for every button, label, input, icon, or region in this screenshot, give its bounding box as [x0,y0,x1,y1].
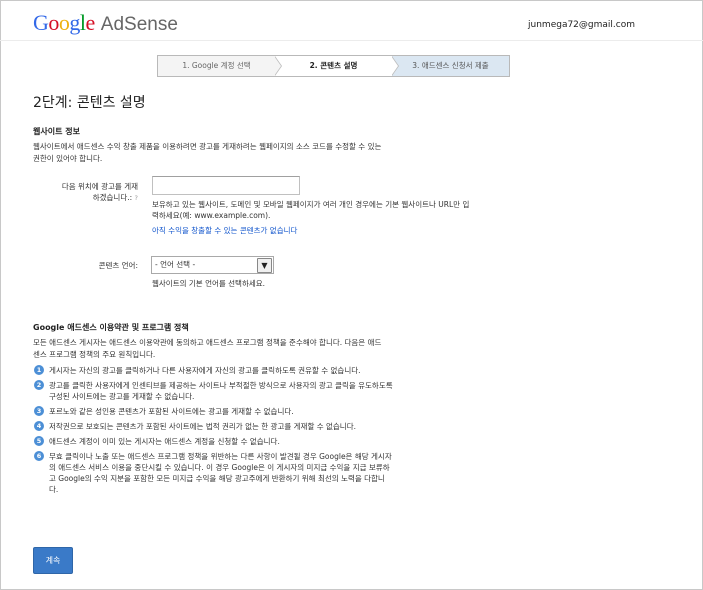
policy-list: 1 게시자는 자신의 광고를 클릭하거나 다른 사용자에게 자신의 광고를 클릭하… [33,365,393,495]
list-item: 6 무효 클릭이나 노출 또는 애드센스 프로그램 정책을 위반하는 다른 사항이… [33,451,393,495]
product-name: AdSense [100,14,178,35]
adsense-logo[interactable]: Google AdSense [33,10,178,36]
number-badge: 6 [34,451,44,461]
policy-item-text: 저작권으로 보호되는 콘텐츠가 포함된 사이트에는 법적 권리가 없는 한 광고… [49,422,356,431]
content-language-select[interactable]: - 언어 선택 - ▼ [151,256,274,274]
step-1: 1. Google 계정 선택 [182,61,251,70]
url-label-line2: 하겠습니다.: [92,193,133,202]
policy-item-text: 애드센스 계정이 이미 있는 게시자는 애드센스 계정을 신청할 수 없습니다. [49,437,280,446]
continue-button[interactable]: 계속 [33,547,73,574]
policy-item-text: 광고를 클릭한 사용자에게 인센티브를 제공하는 사이트나 부적절한 방식으로 … [49,381,393,401]
number-badge: 1 [34,365,44,375]
url-hint: 보유하고 있는 웹사이트, 도메인 및 모바일 웹페이지가 여러 개인 경우에는… [152,200,470,220]
page-title: 2단계: 콘텐츠 설명 [33,95,146,111]
url-label-line1: 다음 위치에 광고를 게재 [61,182,138,191]
policy-item-text: 포르노와 같은 성인용 콘텐츠가 포함된 사이트에는 광고를 게재할 수 없습니… [49,407,294,416]
logo-letter: G [33,10,49,35]
no-content-yet-link[interactable]: 아직 수익을 창출할 수 있는 콘텐츠가 없습니다 [152,225,297,236]
logo-letter: g [69,10,80,35]
logo-letter: o [58,10,70,35]
policy-heading: Google 애드센스 이용약관 및 프로그램 정책 [33,323,189,332]
list-item: 3 포르노와 같은 성인용 콘텐츠가 포함된 사이트에는 광고를 게재할 수 없습… [33,406,393,417]
step-3: 3. 애드센스 신청서 제출 [392,56,509,76]
policy-intro: 모든 애드센스 게시자는 애드센스 이용약관에 동의하고 애드센스 프로그램 정… [33,338,382,359]
url-field-label: 다음 위치에 광고를 게재 하겠습니다.: ? [40,181,138,204]
header: Google AdSense junmega72@gmail.com [0,0,703,41]
language-hint: 웹사이트의 기본 언어를 선택하세요. [152,279,266,288]
policy-item-text: 무효 클릭이나 노출 또는 애드센스 프로그램 정책을 위반하는 다른 사항이 … [49,452,392,494]
step-2-current: 2. 콘텐츠 설명 [275,56,392,76]
step-separator-chevron [274,56,281,76]
help-icon[interactable]: ? [135,194,138,202]
number-badge: 2 [34,380,44,390]
page-frame [0,0,703,590]
website-info-description: 웹사이트에서 애드센스 수익 창출 제품을 이용하려면 광고를 게재하려는 웹페… [33,142,382,163]
content-language-label: 콘텐츠 언어: [98,261,138,270]
list-item: 5 애드센스 계정이 이미 있는 게시자는 애드센스 계정을 신청할 수 없습니다… [33,436,393,447]
website-url-input[interactable] [152,176,300,195]
policy-item-text: 게시자는 자신의 광고를 클릭하거나 다른 사용자에게 자신의 광고를 클릭하도… [49,366,361,375]
number-badge: 3 [34,406,44,416]
account-email[interactable]: junmega72@gmail.com [528,20,635,30]
logo-letter: o [48,10,59,35]
list-item: 1 게시자는 자신의 광고를 클릭하거나 다른 사용자에게 자신의 광고를 클릭하… [33,365,393,376]
progress-steps: 1. Google 계정 선택 2. 콘텐츠 설명 3. 애드센스 신청서 제출 [157,55,510,77]
chevron-down-icon[interactable]: ▼ [257,258,272,273]
language-select-value: - 언어 선택 - [155,260,196,269]
list-item: 2 광고를 클릭한 사용자에게 인센티브를 제공하는 사이트나 부적절한 방식으로… [33,380,393,402]
website-info-heading: 웹사이트 정보 [33,127,80,136]
number-badge: 4 [34,421,44,431]
logo-letter: e [85,10,96,35]
list-item: 4 저작권으로 보호되는 콘텐츠가 포함된 사이트에는 법적 권리가 없는 한 광… [33,421,393,432]
number-badge: 5 [34,436,44,446]
step-separator-chevron [391,56,398,76]
